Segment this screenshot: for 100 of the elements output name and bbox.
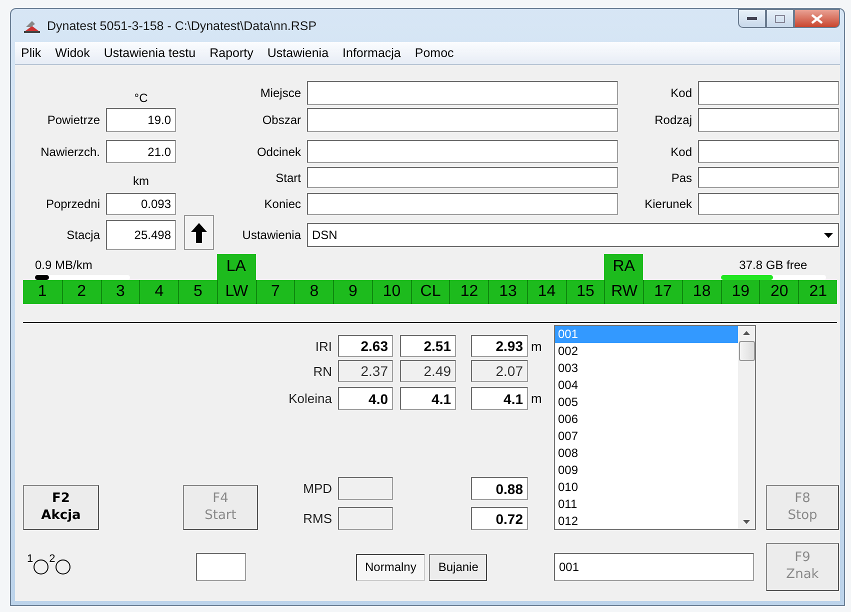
input-field[interactable] xyxy=(307,140,618,163)
input-field[interactable]: 19.0 xyxy=(106,108,176,132)
measurement-value: 2.07 xyxy=(471,360,528,382)
menu-item[interactable]: Ustawienia xyxy=(267,46,329,60)
field-label: Start xyxy=(274,170,302,186)
input-field[interactable] xyxy=(698,167,839,188)
up-arrow-button[interactable] xyxy=(184,215,214,250)
input-field[interactable] xyxy=(196,553,246,581)
minimize-button[interactable] xyxy=(738,9,766,28)
lane-cell[interactable]: 14 xyxy=(526,280,566,304)
list-item[interactable]: 009 xyxy=(555,462,738,479)
input-field[interactable]: 0.093 xyxy=(106,193,176,215)
lane-cell[interactable]: 5 xyxy=(178,280,217,304)
list-item[interactable]: 007 xyxy=(555,428,738,445)
field-label: Rodzaj xyxy=(654,112,693,129)
input-field[interactable]: 21.0 xyxy=(106,140,176,163)
field-label: Kod xyxy=(670,85,693,102)
lane-cell[interactable]: 2 xyxy=(62,280,101,304)
measurement-value: 4.1 xyxy=(400,387,456,410)
lane-cell[interactable]: 9 xyxy=(333,280,372,304)
lane-cell[interactable]: CL xyxy=(410,280,450,304)
lane-cell[interactable]: 12 xyxy=(449,280,488,304)
list-item[interactable]: 004 xyxy=(555,377,738,394)
list-item[interactable]: 006 xyxy=(555,411,738,428)
field-label: Ustawienia xyxy=(241,227,302,244)
field-label: Miejsce xyxy=(259,85,302,102)
unit-label: m xyxy=(530,390,543,408)
lane-cell[interactable]: 3 xyxy=(100,280,140,304)
lane-cell[interactable]: 8 xyxy=(294,280,334,304)
lane-cell[interactable]: 20 xyxy=(759,280,798,304)
menu-item[interactable]: Informacja xyxy=(342,46,401,60)
scroll-down-icon xyxy=(743,520,750,524)
menu-item[interactable]: Widok xyxy=(55,46,90,60)
mode-button[interactable]: Bujanie xyxy=(429,554,488,580)
indicator-number: 2 xyxy=(49,553,56,565)
menu-item[interactable]: Ustawienia testu xyxy=(104,46,196,60)
lane-cell[interactable]: 19 xyxy=(720,280,760,304)
measurement-label: IRI xyxy=(314,338,333,356)
menu-item[interactable]: Raporty xyxy=(210,46,254,60)
input-field[interactable] xyxy=(698,140,839,163)
lane-cell[interactable]: 4 xyxy=(139,280,178,304)
lane-cell[interactable]: 13 xyxy=(488,280,527,304)
input-field[interactable] xyxy=(307,167,618,188)
lane-cell[interactable]: 7 xyxy=(256,280,294,304)
measurement-value: 4.0 xyxy=(338,387,393,410)
lane-cell[interactable]: LW xyxy=(216,280,256,304)
input-field[interactable] xyxy=(307,193,618,215)
list-item[interactable]: 002 xyxy=(555,343,738,360)
input-field[interactable] xyxy=(307,108,618,132)
unit-label: km xyxy=(132,173,150,188)
list-item[interactable]: 012 xyxy=(555,513,738,530)
list-item[interactable]: 003 xyxy=(555,360,738,377)
lane-cell[interactable]: 17 xyxy=(643,280,682,304)
menu-item[interactable]: Pomoc xyxy=(414,46,454,60)
record-list[interactable]: 001 002 003 004 005 006 007 008 009 010 011 012 xyxy=(554,325,756,530)
field-label: Koniec xyxy=(263,196,302,213)
list-item[interactable]: 010 xyxy=(555,479,738,496)
scroll-thumb[interactable] xyxy=(738,341,754,361)
field-label: Pas xyxy=(670,170,693,186)
disk-free-label: 37.8 GB free xyxy=(739,258,808,272)
input-field[interactable] xyxy=(698,108,839,132)
input-field[interactable] xyxy=(698,193,839,215)
field-label: Stacja xyxy=(66,227,101,244)
lane-cell[interactable]: 1 xyxy=(23,280,62,304)
measurement-label: RMS xyxy=(302,510,333,528)
list-item[interactable]: 005 xyxy=(555,394,738,411)
input-field[interactable] xyxy=(307,81,618,105)
field-label: Kod xyxy=(670,144,693,160)
list-item[interactable]: 008 xyxy=(555,445,738,462)
mode-button[interactable]: Normalny xyxy=(356,554,426,580)
unit-label: m xyxy=(530,338,543,356)
minimize-icon xyxy=(747,16,757,20)
lane-cell[interactable]: 10 xyxy=(372,280,411,304)
unit-label: °C xyxy=(133,90,149,105)
maximize-icon xyxy=(775,14,785,22)
input-field[interactable] xyxy=(698,81,839,105)
scrollbar[interactable] xyxy=(738,326,755,529)
empty-field xyxy=(338,477,393,500)
measurement-label: RN xyxy=(312,362,333,380)
close-icon xyxy=(811,14,823,24)
scroll-up-icon xyxy=(743,331,750,335)
measurement-value: 0.88 xyxy=(471,477,528,500)
lane-cell[interactable]: 18 xyxy=(682,280,721,304)
field-label: Obszar xyxy=(261,112,302,129)
window-title: Dynatest 5051-3-158 - C:\Dynatest\Data\nn.RSP xyxy=(47,18,317,32)
empty-field xyxy=(338,507,393,530)
measurement-label: Koleina xyxy=(288,390,333,408)
settings-dropdown[interactable]: DSN xyxy=(307,223,839,247)
lane-cell[interactable]: 21 xyxy=(798,280,837,304)
lane-marker: LA xyxy=(216,254,256,280)
lane-cell[interactable]: 15 xyxy=(566,280,604,304)
list-item[interactable]: 011 xyxy=(555,496,738,513)
maximize-button[interactable] xyxy=(766,9,794,28)
input-field[interactable]: 001 xyxy=(554,553,754,581)
function-key-button[interactable]: F2 Akcja xyxy=(23,485,99,530)
input-field[interactable]: 25.498 xyxy=(106,220,176,250)
close-button[interactable] xyxy=(794,9,840,28)
menu-item[interactable]: Plik xyxy=(21,46,42,60)
lane-cell[interactable]: RW xyxy=(604,280,644,304)
up-arrow-icon xyxy=(191,222,207,242)
